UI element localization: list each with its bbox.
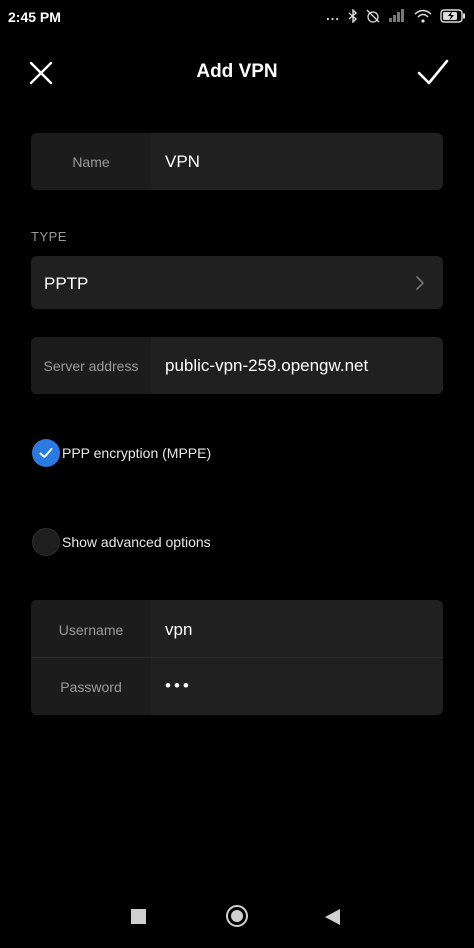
type-value: PPTP [44,274,89,293]
type-selector[interactable]: PPTP [31,256,443,309]
top-bar: Add VPN [0,44,474,100]
back-icon[interactable] [325,909,340,925]
advanced-options-label: Show advanced options [62,534,211,550]
checkbox-unchecked-icon [32,528,60,556]
recents-icon[interactable] [131,909,146,924]
name-input[interactable]: VPN [165,152,200,172]
ppp-encryption-checkbox[interactable]: PPP encryption (MPPE) [32,439,211,467]
home-icon[interactable] [226,905,248,927]
name-label: Name [72,154,110,170]
alarm-off-icon [366,9,380,23]
type-section-header: TYPE [31,229,67,244]
server-address-card[interactable]: Server address public-vpn-259.opengw.net [31,337,443,394]
server-address-input[interactable]: public-vpn-259.opengw.net [165,356,368,376]
confirm-button[interactable] [416,56,450,90]
check-icon [417,59,449,85]
credentials-card: Username vpn Password ••• [31,600,443,715]
username-input[interactable]: vpn [165,620,192,640]
username-label: Username [58,622,124,638]
password-label: Password [60,679,122,695]
ppp-encryption-label: PPP encryption (MPPE) [62,445,212,461]
more-notifications-indicator: ... [326,8,340,23]
wifi-icon [414,9,432,23]
status-time: 2:45 PM [8,9,61,25]
checkbox-checked-icon [32,439,60,467]
password-input[interactable]: ••• [165,676,192,696]
signal-icon [388,9,406,22]
name-field-card[interactable]: Name VPN [31,133,443,190]
navigation-bar [0,890,474,948]
battery-charging-icon [440,8,466,23]
page-title: Add VPN [196,61,278,82]
status-bar: 2:45 PM ... [0,0,474,36]
server-address-label: Server address [43,358,139,374]
credentials-divider [31,657,443,658]
bluetooth-icon [348,8,358,23]
advanced-options-checkbox[interactable]: Show advanced options [32,528,211,556]
chevron-right-icon [416,276,424,290]
status-icons: ... [326,8,466,23]
